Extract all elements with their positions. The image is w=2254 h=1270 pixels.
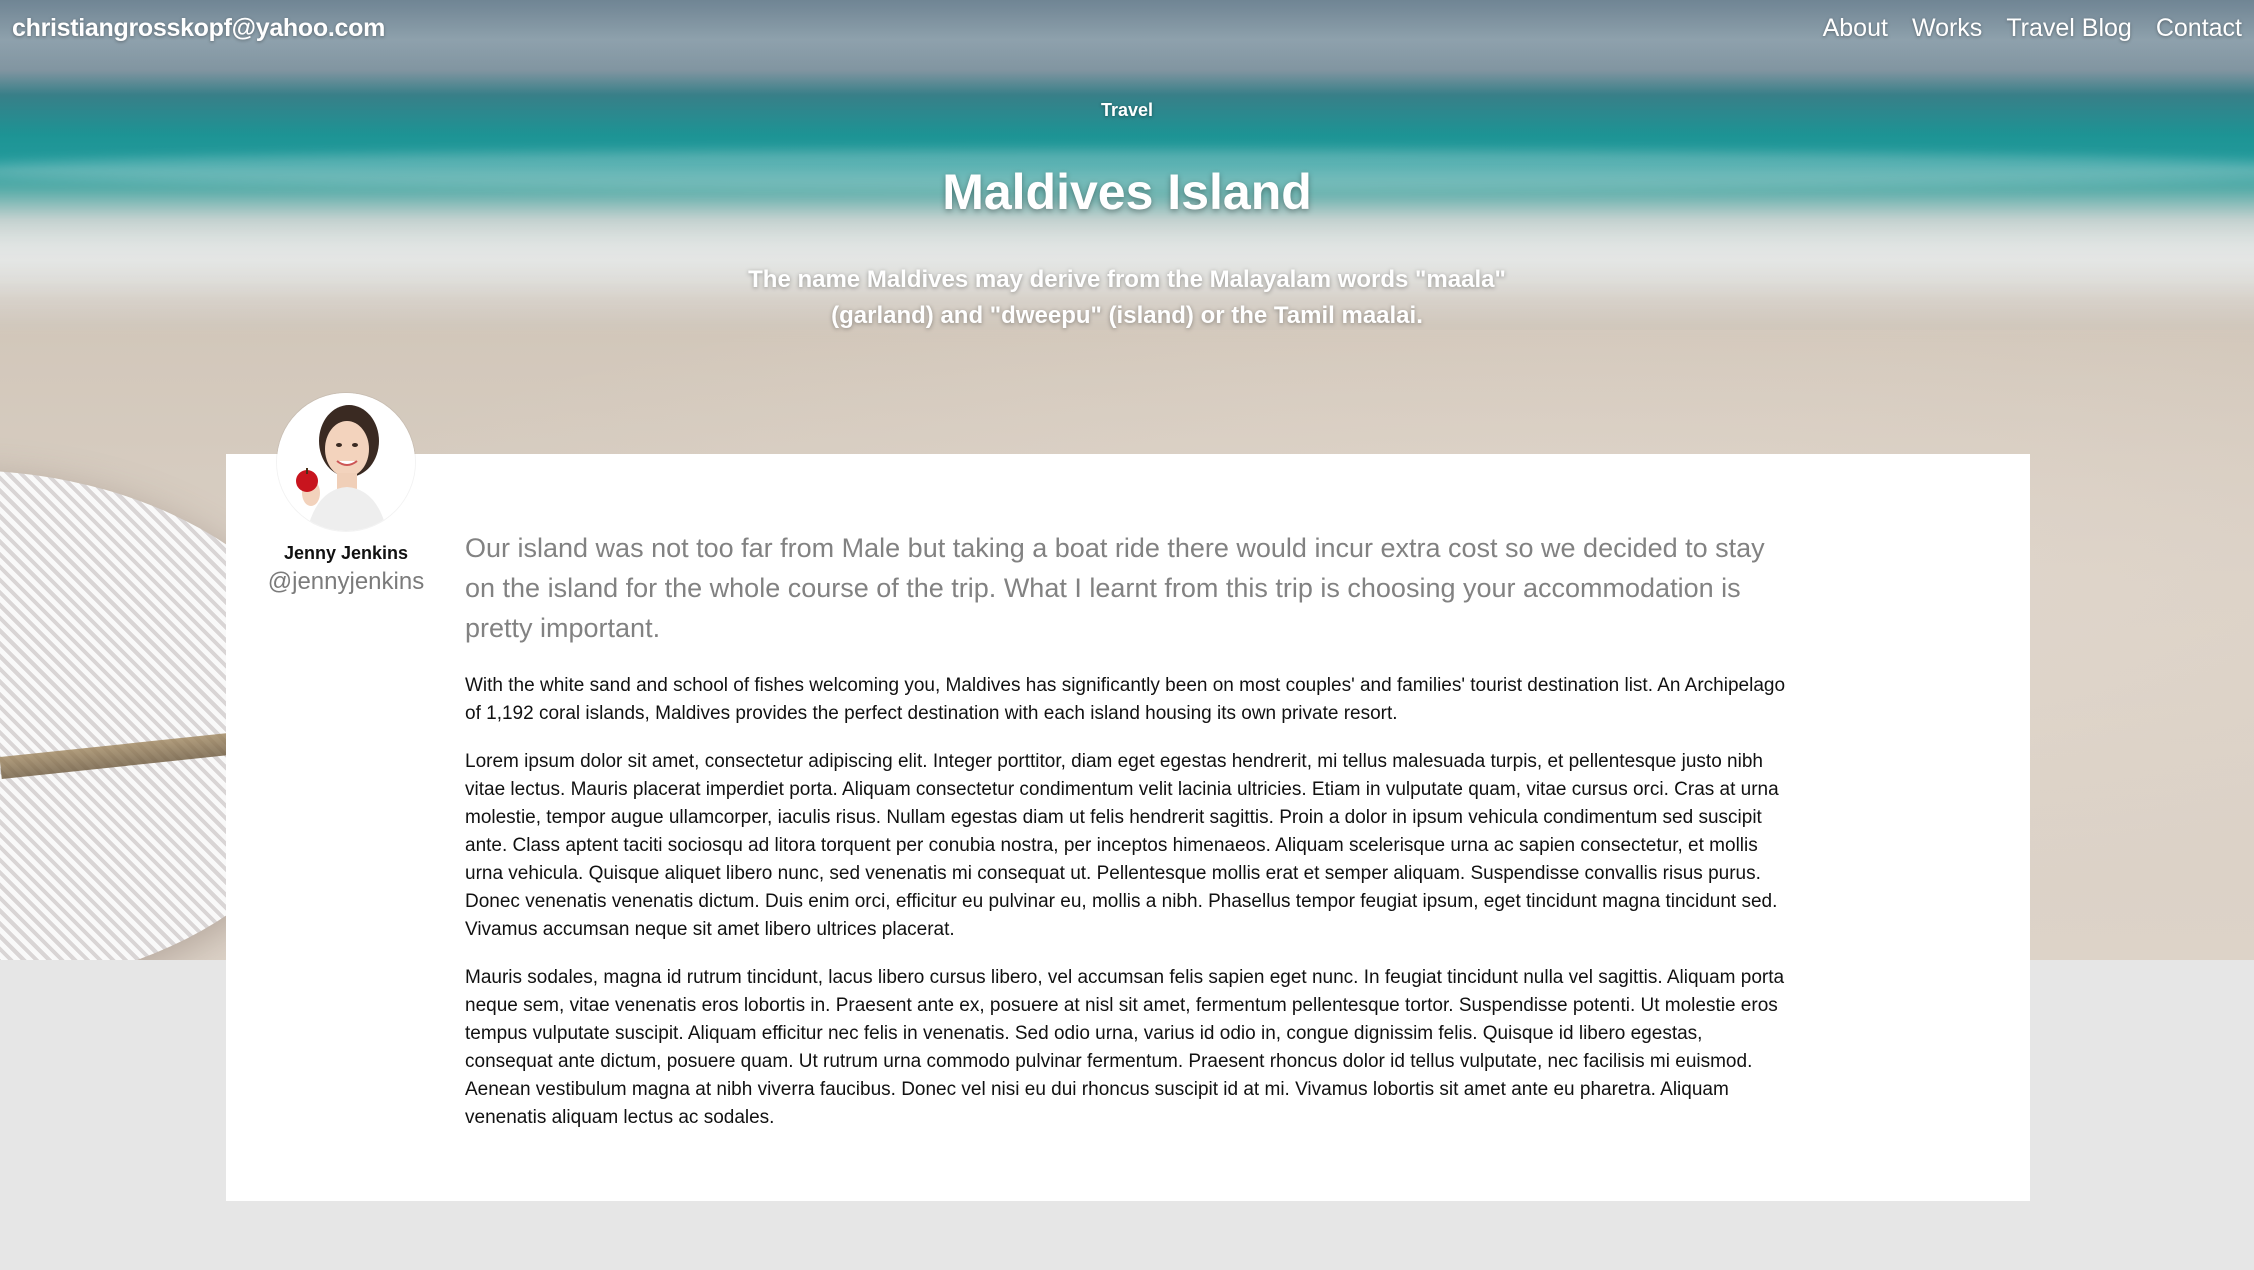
main-nav: About Works Travel Blog Contact	[1823, 14, 2242, 43]
nav-travel-blog-link[interactable]: Travel Blog	[2006, 14, 2132, 43]
article-paragraph: Lorem ipsum dolor sit amet, consectetur …	[465, 751, 1779, 940]
author-avatar-icon	[277, 393, 415, 531]
author-handle-link[interactable]: @jennyjenkins	[256, 568, 436, 596]
post-title: Maldives Island	[942, 164, 1312, 220]
article-lead: Our island was not too far from Male but…	[465, 533, 1765, 643]
post-subtitle: The name Maldives may derive from the Ma…	[748, 266, 1506, 329]
article-paragraph: Mauris sodales, magna id rutrum tincidun…	[465, 967, 1785, 1128]
article-paragraph: With the white sand and school of fishes…	[465, 675, 1786, 724]
author-avatar	[277, 393, 415, 531]
article-body: Our island was not too far from Male but…	[465, 528, 1795, 1152]
brand-email-link[interactable]: christiangrosskopf@yahoo.com	[12, 14, 385, 43]
nav-works-link[interactable]: Works	[1912, 14, 1982, 43]
nav-about-link[interactable]: About	[1823, 14, 1888, 43]
author-block: Jenny Jenkins @jennyjenkins	[256, 393, 436, 596]
post-category: Travel	[1100, 100, 1154, 120]
author-name: Jenny Jenkins	[283, 543, 409, 563]
top-navbar: christiangrosskopf@yahoo.com About Works…	[0, 0, 2254, 56]
nav-contact-link[interactable]: Contact	[2156, 14, 2242, 43]
